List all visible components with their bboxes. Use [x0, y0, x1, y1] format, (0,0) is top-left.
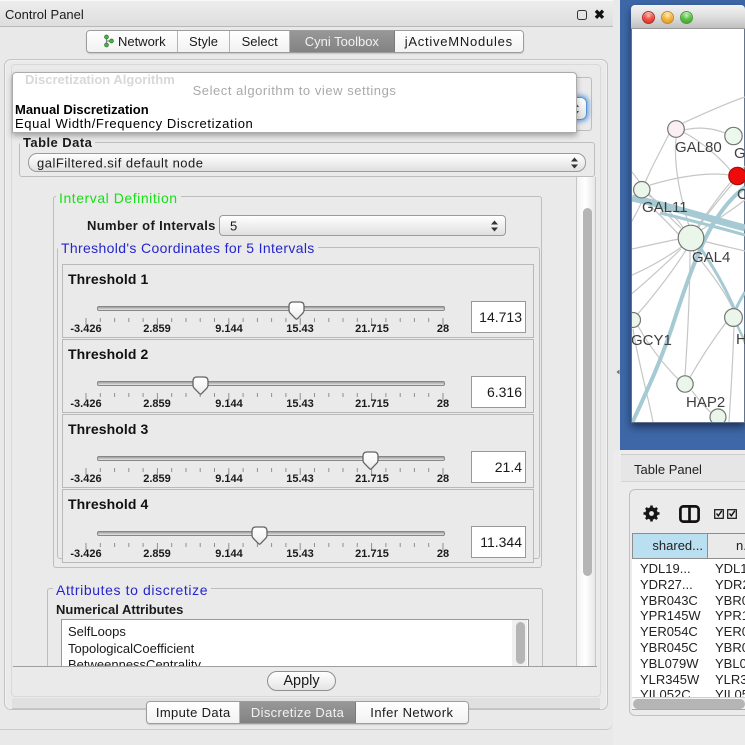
svg-text:HAP2: HAP2 [686, 394, 725, 411]
svg-text:GA: GA [734, 145, 745, 162]
svg-text:H: H [736, 331, 745, 348]
svg-text:GCY1: GCY1 [632, 332, 672, 349]
svg-text:C: C [737, 186, 745, 203]
svg-text:GAL11: GAL11 [642, 199, 688, 216]
svg-text:GAL4: GAL4 [692, 249, 730, 266]
svg-text:GAL80: GAL80 [675, 139, 722, 156]
